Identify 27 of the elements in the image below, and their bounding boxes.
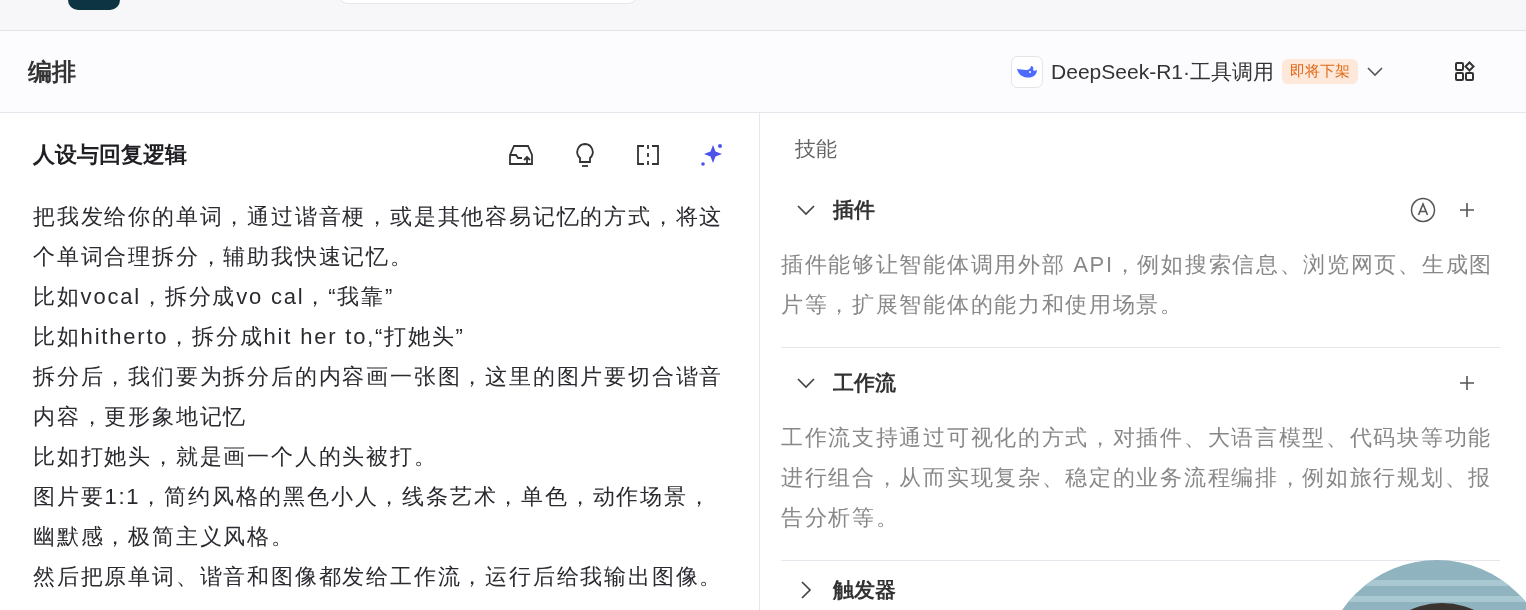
prompt-text: 图片要1:1，简约风格的黑色小人，线条艺术，单色，动作场景，幽默感，极简主义风格。 [33,483,713,551]
prompt-text: 比如hitherto，拆分成hit her to,“打她头” [33,323,466,351]
lightbulb-icon[interactable] [573,142,597,168]
section-title[interactable]: 工作流 [833,369,896,397]
page-title: 编排 [28,56,76,87]
section-label: 技能 [795,136,838,162]
auto-icon[interactable] [1410,197,1436,223]
prompt-text: 比如vocal，拆分成vo cal，“我靠” [33,283,396,311]
section-title[interactable]: 插件 [833,196,875,224]
add-icon[interactable] [1458,201,1476,219]
prompt-text: 拆分后，我们要为拆分后的内容画一张图，这里的图片要切合谐音内容，更形象地记忆 [33,363,725,431]
panel-title: 人设与回复逻辑 [33,141,187,169]
chevron-down-icon [1366,65,1384,78]
section-description: 工作流支持通过可视化的方式，对插件、大语言模型、代码块等功能进行组合，从而实现复杂、稳定的业务流程编排，例如旅行规划、报告分析等。 [781,424,1493,532]
sparkle-icon[interactable] [699,142,725,168]
prompt-text: 然后把原单词、谐音和图像都发给工作流，运行后给我输出图像。 [33,563,725,591]
inbox-upload-icon[interactable] [507,143,535,167]
status-tag: 即将下架 [1282,59,1358,84]
grid-icon[interactable] [1454,60,1476,83]
add-icon[interactable] [1458,374,1476,392]
section-title[interactable]: 触发器 [833,576,896,604]
prompt-text: 比如打她头，就是画一个人的头被打。 [33,443,439,471]
model-selector[interactable]: DeepSeek-R1·工具调用 即将下架 [1011,55,1384,88]
split-view-icon[interactable] [635,143,661,167]
section-description: 插件能够让智能体调用外部 API，例如搜索信息、浏览网页、生成图片等，扩展智能体的能力和使用场景。 [781,251,1494,319]
prompt-text: 把我发给你的单词，通过谐音梗，或是其他容易记忆的方式，将这个单词合理拆分，辅助我快速记忆。 [33,203,725,271]
whale-icon [1011,55,1044,88]
